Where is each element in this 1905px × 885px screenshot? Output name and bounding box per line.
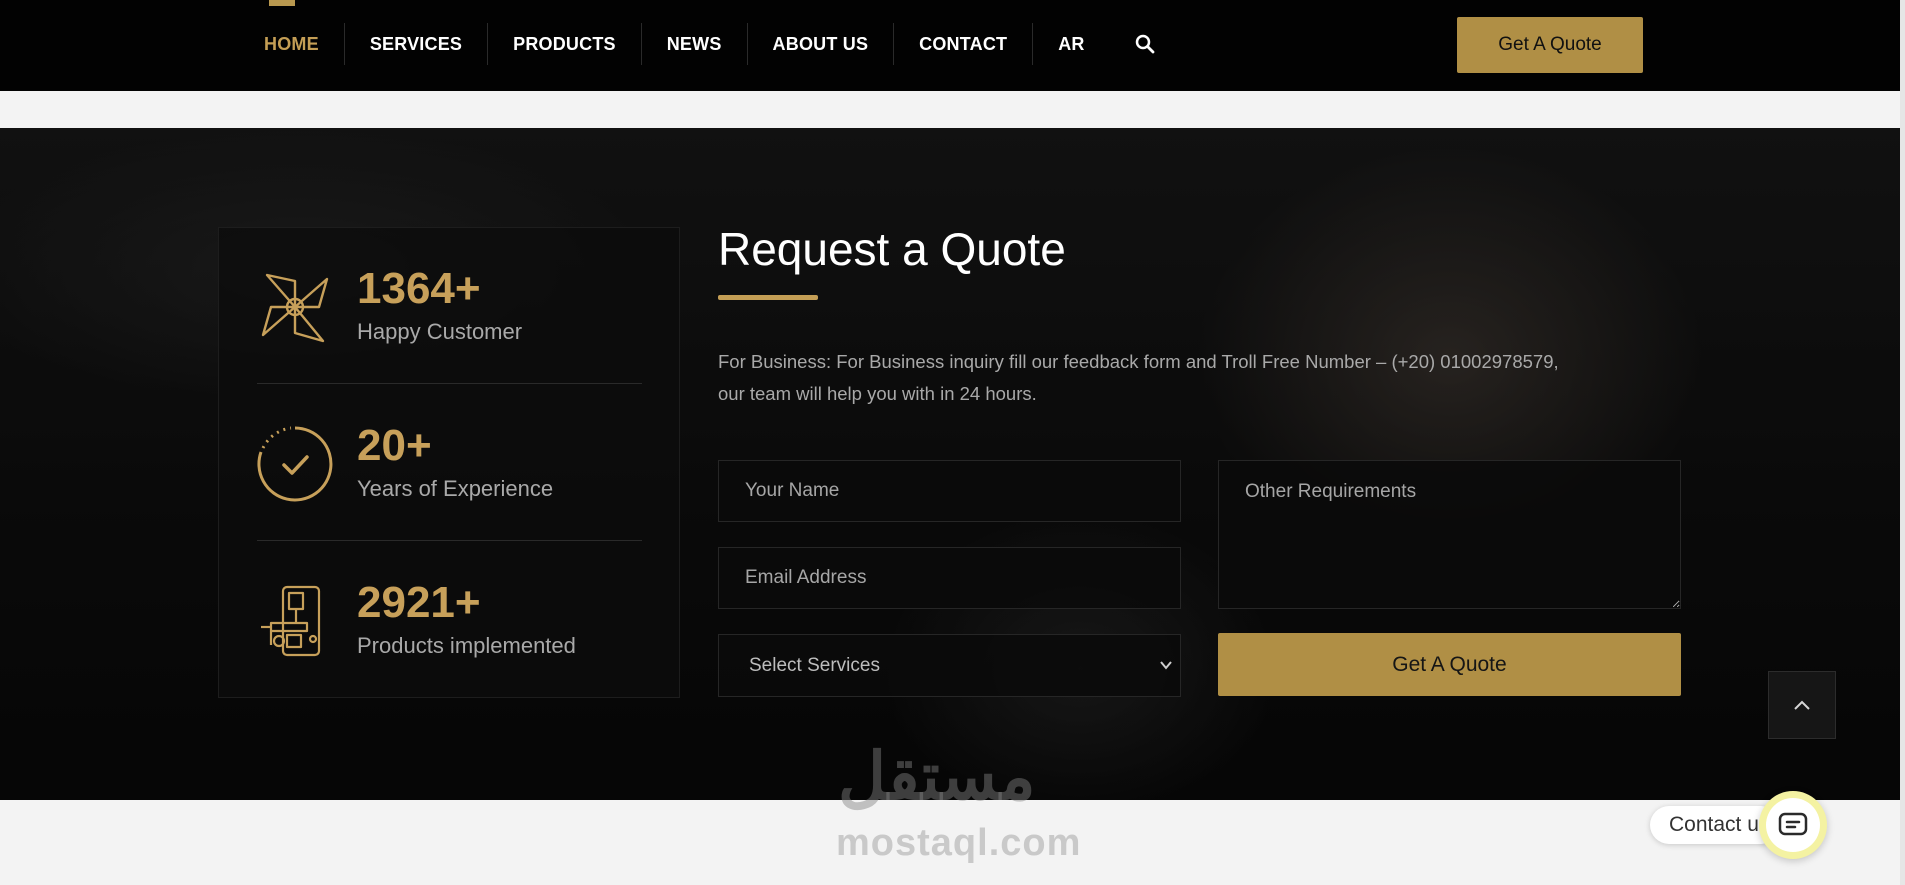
stat-label: Happy Customer bbox=[357, 319, 523, 344]
contact-widget-inner bbox=[1766, 798, 1820, 852]
chevron-up-icon bbox=[1794, 700, 1810, 710]
back-to-top-button[interactable] bbox=[1768, 671, 1836, 739]
main-nav: HOME SERVICES PRODUCTS NEWS ABOUT US CON… bbox=[239, 22, 1180, 66]
stat-value: 20+ bbox=[357, 421, 432, 470]
stat-happy-customer: 1364+ Happy Customer bbox=[257, 228, 642, 384]
services-select-value: Select Services bbox=[718, 634, 1181, 697]
title-underline bbox=[718, 295, 818, 300]
nav-item-about-us[interactable]: ABOUT US bbox=[748, 23, 895, 65]
requirements-textarea[interactable] bbox=[1218, 460, 1681, 609]
chevron-down-icon bbox=[1160, 661, 1172, 670]
stat-value: 2921+ bbox=[357, 578, 481, 627]
name-input[interactable] bbox=[718, 460, 1181, 522]
divider bbox=[257, 540, 642, 541]
nav-item-contact[interactable]: CONTACT bbox=[894, 23, 1034, 65]
nav-item-news[interactable]: NEWS bbox=[642, 23, 748, 65]
machine-icon bbox=[261, 585, 321, 657]
header-get-quote-button[interactable]: Get A Quote bbox=[1457, 17, 1643, 73]
section-description: For Business: For Business inquiry fill … bbox=[718, 351, 1559, 404]
chat-icon bbox=[1778, 812, 1808, 836]
nav-item-ar[interactable]: AR bbox=[1033, 23, 1109, 65]
check-circle-icon bbox=[257, 426, 333, 502]
services-select[interactable]: Select Services bbox=[718, 634, 1181, 697]
email-input[interactable] bbox=[718, 547, 1181, 609]
scrollbar[interactable] bbox=[1900, 0, 1905, 885]
watermark-latin: mostaql.com bbox=[836, 822, 1082, 864]
stat-value: 1364+ bbox=[357, 264, 481, 313]
nav-item-services[interactable]: SERVICES bbox=[345, 23, 489, 65]
logo-fragment[interactable] bbox=[269, 0, 295, 6]
stat-products-implemented: 2921+ Products implemented bbox=[257, 542, 642, 698]
stat-label: Products implemented bbox=[357, 633, 576, 658]
contact-widget-button[interactable] bbox=[1759, 791, 1827, 859]
submit-quote-button[interactable]: Get A Quote bbox=[1218, 633, 1681, 696]
stat-years-experience: 20+ Years of Experience bbox=[257, 385, 642, 541]
top-navigation-bar: HOME SERVICES PRODUCTS NEWS ABOUT US CON… bbox=[0, 0, 1900, 91]
divider bbox=[257, 383, 642, 384]
watermark-arabic: مستقل bbox=[838, 739, 1036, 813]
pinwheel-icon bbox=[261, 273, 329, 343]
nav-item-products[interactable]: PRODUCTS bbox=[488, 23, 642, 65]
stat-label: Years of Experience bbox=[357, 476, 554, 501]
section-title: Request a Quote bbox=[718, 223, 1066, 275]
search-icon[interactable] bbox=[1110, 23, 1180, 65]
stats-panel: 1364+ Happy Customer 20+ Years of Experi… bbox=[218, 227, 680, 698]
nav-item-home[interactable]: HOME bbox=[239, 23, 345, 65]
